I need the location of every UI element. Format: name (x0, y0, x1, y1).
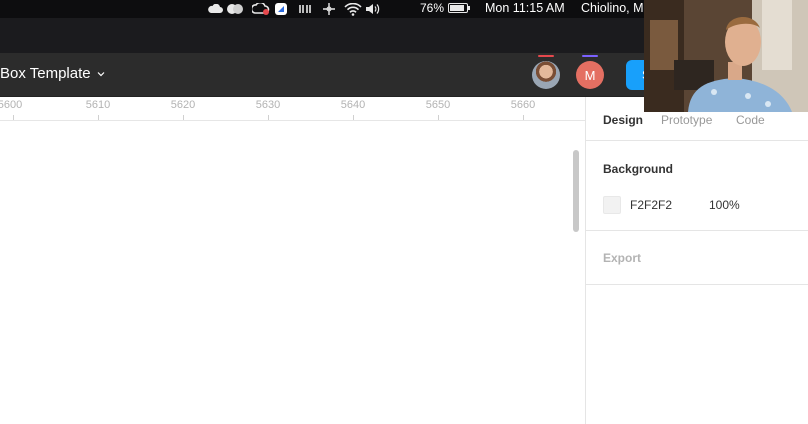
background-hex-input[interactable]: F2F2F2 (630, 198, 672, 212)
background-opacity-input[interactable]: 100% (709, 198, 740, 212)
canvas-vertical-scrollbar[interactable] (573, 150, 579, 232)
battery-status[interactable]: 76% (420, 1, 471, 15)
chevron-down-icon (97, 71, 105, 76)
presence-indicator (538, 55, 554, 57)
screen: 76% Mon 11:15 AM Chiolino, M Box Templat… (0, 0, 808, 424)
ruler-tick (98, 115, 99, 120)
ruler-tick-label: 5630 (255, 99, 281, 111)
avatar: M (576, 61, 604, 89)
ruler-tick-label: 5640 (340, 99, 366, 111)
section-divider (586, 230, 808, 231)
cloud-icon[interactable] (205, 1, 225, 17)
properties-panel: Design Prototype Code Background F2F2F2 … (585, 97, 808, 424)
battery-percent: 76% (420, 1, 445, 15)
webcam-video-overlay (644, 0, 808, 112)
ruler-tick-label: 5650 (425, 99, 451, 111)
wifi-icon[interactable] (343, 1, 363, 17)
sync-icon[interactable] (295, 1, 315, 17)
file-name: Box Template (0, 65, 91, 82)
tab-design[interactable]: Design (603, 113, 643, 127)
collaborator-avatar-2[interactable]: M (576, 55, 604, 89)
tab-code[interactable]: Code (736, 113, 765, 127)
file-name-menu[interactable]: Box Template (0, 65, 105, 82)
ruler-tick-label: 5600 (0, 99, 23, 111)
ruler-tick (353, 115, 354, 120)
bolt-app-icon[interactable] (271, 1, 291, 17)
ruler-tick (523, 115, 524, 120)
horizontal-ruler: 5600 5610 5620 5630 5640 5650 5660 (0, 97, 585, 121)
ruler-tick-label: 5610 (85, 99, 111, 111)
design-canvas[interactable] (0, 121, 585, 424)
ruler-tick-label: 5620 (170, 99, 196, 111)
avatar-initial: M (584, 67, 596, 83)
ruler-tick (268, 115, 269, 120)
export-section-title[interactable]: Export (603, 251, 641, 265)
creative-cloud-icon[interactable] (251, 1, 271, 17)
webcam-feed (644, 0, 808, 112)
move-icon[interactable] (319, 1, 339, 17)
ruler-tick (13, 115, 14, 120)
avatar (532, 61, 560, 89)
volume-icon[interactable] (363, 1, 383, 17)
menu-user-name[interactable]: Chiolino, M (581, 1, 644, 15)
battery-icon (448, 3, 471, 13)
ruler-tick (438, 115, 439, 120)
ruler-tick (183, 115, 184, 120)
presence-indicator (582, 55, 598, 57)
background-color-swatch[interactable] (603, 196, 621, 214)
status-tray (205, 0, 383, 18)
ruler-tick-label: 5660 (510, 99, 536, 111)
background-section-title: Background (603, 162, 674, 176)
tab-prototype[interactable]: Prototype (661, 113, 712, 127)
faces-icon[interactable] (225, 1, 245, 17)
section-divider (586, 284, 808, 285)
collaborator-avatar-1[interactable] (532, 55, 560, 89)
menu-clock[interactable]: Mon 11:15 AM (485, 1, 565, 15)
battery-level-fill (450, 5, 465, 11)
